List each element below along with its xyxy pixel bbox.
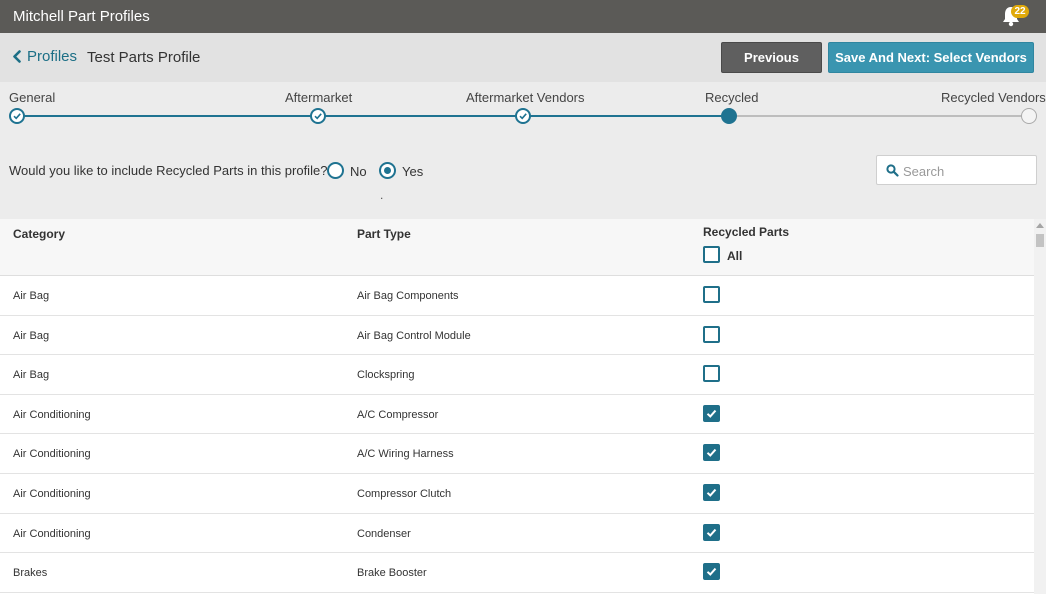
check-icon [706, 528, 717, 537]
check-icon [706, 568, 717, 577]
check-icon [706, 449, 717, 458]
recycled-part-checkbox[interactable] [703, 523, 720, 541]
part-type-cell: A/C Compressor [357, 408, 439, 421]
stepper-track-complete [17, 115, 729, 117]
category-cell: Air Bag [13, 329, 50, 342]
check-icon [706, 409, 717, 418]
step-label-aftermarket: Aftermarket [285, 90, 353, 105]
column-header-category: Category [13, 227, 66, 241]
recycled-part-checkbox[interactable] [703, 325, 720, 343]
part-type-cell: Air Bag Control Module [357, 329, 471, 342]
step-node-recycled[interactable] [721, 108, 737, 124]
scrollbar-thumb[interactable] [1036, 234, 1044, 247]
save-and-next-button[interactable]: Save And Next: Select Vendors [828, 42, 1034, 73]
step-label-aftermarket-vendors: Aftermarket Vendors [466, 90, 585, 105]
recycled-part-checkbox[interactable] [703, 365, 720, 383]
category-cell: Air Bag [13, 369, 50, 382]
step-node-recycled-vendors[interactable] [1021, 108, 1037, 124]
part-type-cell: Air Bag Components [357, 290, 459, 302]
progress-stepper: General Aftermarket Aftermarket Vendors … [0, 82, 1046, 134]
part-type-cell: Clockspring [357, 369, 415, 382]
notification-count-badge: 22 [1011, 5, 1029, 18]
step-label-recycled: Recycled [705, 90, 759, 105]
checkbox-box [703, 404, 720, 422]
previous-button[interactable]: Previous [721, 42, 822, 73]
table-header: Category Part Type Recycled Parts All [0, 219, 1034, 276]
radio-yes-label: Yes [402, 164, 424, 179]
part-type-cell: Condenser [357, 527, 411, 540]
checkbox-box [703, 484, 720, 501]
title-bar: Mitchell Part Profiles 22 [0, 0, 1046, 33]
recycled-part-checkbox[interactable] [703, 484, 720, 501]
check-icon [314, 113, 322, 120]
radio-yes[interactable] [379, 162, 396, 179]
table-row: Air Conditioning A/C Wiring Harness [0, 434, 1034, 474]
category-cell: Air Conditioning [13, 527, 91, 540]
recycled-part-checkbox[interactable] [703, 444, 720, 462]
select-all-checkbox[interactable] [703, 246, 720, 263]
recycled-part-checkbox[interactable] [703, 404, 720, 422]
search-icon [886, 164, 899, 177]
table-row: Brakes Brake Booster [0, 553, 1034, 593]
profile-name: Test Parts Profile [87, 49, 201, 66]
step-node-aftermarket-vendors[interactable] [515, 108, 531, 124]
select-all-label: All [727, 249, 743, 263]
back-link-label: Profiles [27, 48, 78, 65]
include-recycled-question: Would you like to include Recycled Parts… [9, 163, 328, 178]
check-icon [706, 488, 717, 497]
checkbox-box [703, 563, 720, 581]
stepper-track-remaining [729, 115, 1029, 117]
step-label-general: General [9, 90, 56, 105]
checkbox-box [703, 286, 720, 303]
check-icon [519, 113, 527, 120]
part-type-cell: A/C Wiring Harness [357, 448, 454, 461]
recycled-parts-table: Category Part Type Recycled Parts All Ai… [0, 219, 1034, 594]
radio-no-label: No [350, 164, 367, 179]
checkbox-box [703, 246, 720, 263]
step-label-recycled-vendors: Recycled Vendors [941, 90, 1046, 105]
step-node-general[interactable] [9, 108, 25, 124]
search-input[interactable] [903, 162, 1031, 180]
notifications-button[interactable]: 22 [1000, 5, 1030, 29]
recycled-part-checkbox[interactable] [703, 563, 720, 581]
app-title: Mitchell Part Profiles [13, 8, 150, 25]
page-header: Profiles Test Parts Profile Previous Sav… [0, 33, 1046, 82]
table-row: Air Conditioning A/C Compressor [0, 394, 1034, 435]
table-row: Air Bag Clockspring [0, 355, 1034, 395]
category-cell: Brakes [13, 567, 48, 580]
table-row: Air Conditioning Condenser [0, 513, 1034, 554]
table-row: Air Conditioning Compressor Clutch [0, 474, 1034, 514]
table-row: Air Bag Air Bag Control Module [0, 315, 1034, 356]
stray-dot: . [380, 188, 384, 202]
recycled-part-checkbox[interactable] [703, 286, 720, 303]
column-header-part-type: Part Type [357, 227, 411, 241]
checkbox-box [703, 365, 720, 383]
checkbox-box [703, 325, 720, 343]
column-header-recycled-parts: Recycled Parts [703, 225, 790, 239]
category-cell: Air Conditioning [13, 488, 91, 500]
chevron-left-icon [13, 50, 21, 63]
checkbox-box [703, 523, 720, 541]
step-node-aftermarket[interactable] [310, 108, 326, 124]
check-icon [13, 113, 21, 120]
table-row: Air Bag Air Bag Components [0, 276, 1034, 316]
part-type-cell: Brake Booster [357, 567, 427, 580]
search-box[interactable] [876, 155, 1037, 185]
table-scrollbar[interactable] [1034, 219, 1046, 594]
part-type-cell: Compressor Clutch [357, 488, 452, 500]
category-cell: Air Conditioning [13, 448, 91, 461]
category-cell: Air Bag [13, 290, 50, 302]
back-to-profiles-link[interactable]: Profiles [12, 48, 77, 65]
scroll-up-arrow-icon[interactable] [1036, 223, 1044, 228]
category-cell: Air Conditioning [13, 408, 91, 421]
checkbox-box [703, 444, 720, 462]
radio-no[interactable] [327, 162, 344, 179]
